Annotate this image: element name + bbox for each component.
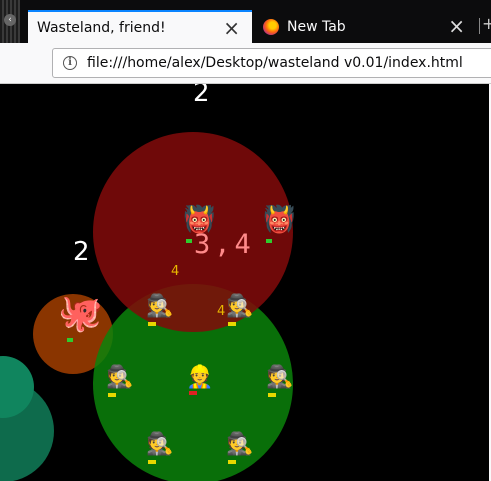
spy-sprite[interactable]: 🕵 xyxy=(146,296,173,318)
health-bar xyxy=(108,393,116,397)
spy-sprite[interactable]: 🕵 xyxy=(226,296,253,318)
navigation-bar: i file:///home/alex/Desktop/wasteland v0… xyxy=(0,43,491,84)
tab-title: New Tab xyxy=(287,18,346,35)
spy-sprite[interactable]: 🕵 xyxy=(106,367,133,389)
health-bar xyxy=(228,322,236,326)
chevron-left-icon[interactable]: ‹ xyxy=(4,14,16,26)
spy-sprite[interactable]: 🕵 xyxy=(146,434,173,456)
tab-separator xyxy=(479,18,480,34)
health-bar xyxy=(266,239,272,243)
hero-sprite[interactable]: 👷 xyxy=(186,367,213,389)
top-number-label: 2 xyxy=(193,84,210,108)
spy-sprite[interactable]: 🕵 xyxy=(226,434,253,456)
yellow-number-label: 4 xyxy=(217,304,226,319)
tab-title: Wasteland, friend! xyxy=(37,19,166,36)
spy-sprite[interactable]: 🕵 xyxy=(266,367,293,389)
health-bar xyxy=(148,322,156,326)
game-canvas[interactable]: 2 2 3,4 4 4 👹 👹 🐙 🕵 🕵 🕵 🕵 🕵 🕵 👷 xyxy=(0,84,491,481)
octopus-sprite[interactable]: 🐙 xyxy=(58,296,103,332)
address-bar[interactable]: i file:///home/alex/Desktop/wasteland v0… xyxy=(52,48,491,78)
health-bar xyxy=(186,239,192,243)
sidebar-edge[interactable]: ‹ xyxy=(0,0,20,43)
tab-wasteland[interactable]: Wasteland, friend! × xyxy=(28,10,252,43)
health-bar xyxy=(228,460,236,464)
health-bar xyxy=(148,460,156,464)
left-number-label: 2 xyxy=(73,237,90,267)
demon-sprite[interactable]: 👹 xyxy=(263,207,295,233)
tab-bar: ‹ Wasteland, friend! × New Tab × + xyxy=(0,0,491,43)
tab-new-tab[interactable]: New Tab × xyxy=(257,10,475,43)
info-icon[interactable]: i xyxy=(63,56,77,70)
firefox-icon xyxy=(263,18,279,35)
tab-overflow-icon[interactable]: + xyxy=(482,14,491,33)
health-bar xyxy=(189,391,197,395)
close-icon[interactable]: × xyxy=(448,14,465,38)
url-text: file:///home/alex/Desktop/wasteland v0.0… xyxy=(87,55,463,71)
demon-sprite[interactable]: 👹 xyxy=(183,207,215,233)
health-bar xyxy=(67,338,73,342)
close-icon[interactable]: × xyxy=(223,16,240,40)
yellow-number-label: 4 xyxy=(171,264,180,279)
health-bar xyxy=(268,393,276,397)
